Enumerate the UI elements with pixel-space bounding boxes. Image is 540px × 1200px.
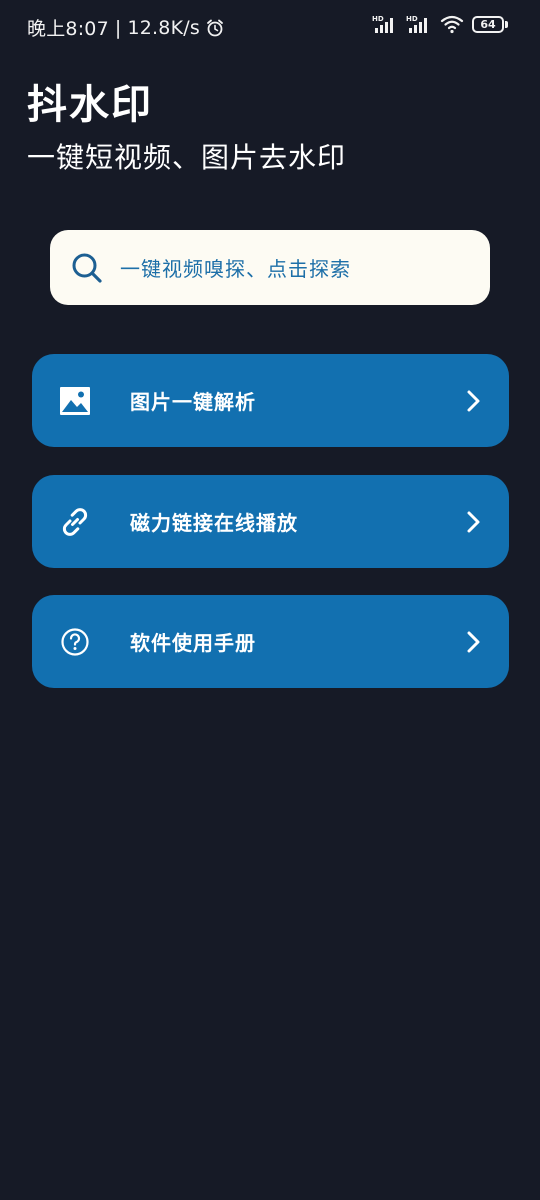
image-icon xyxy=(58,384,92,418)
status-bar: 晚上8:07 | 12.8K/s HD HD 64 xyxy=(0,0,540,52)
app-subtitle: 一键短视频、图片去水印 xyxy=(27,141,347,174)
svg-text:HD: HD xyxy=(406,15,418,23)
chevron-right-icon xyxy=(465,389,483,413)
status-right: HD HD 64 xyxy=(372,14,508,34)
search-placeholder: 一键视频嗅探、点击探索 xyxy=(120,257,351,281)
search-box[interactable]: 一键视频嗅探、点击探索 xyxy=(50,230,490,305)
app-title: 抖水印 xyxy=(27,82,153,128)
hd-signal-icon: HD xyxy=(372,14,398,34)
link-icon xyxy=(58,505,92,539)
menu-item-user-manual[interactable]: 软件使用手册 xyxy=(32,595,509,688)
battery-level: 64 xyxy=(472,15,504,33)
menu-item-label: 软件使用手册 xyxy=(130,631,256,655)
help-icon xyxy=(58,625,92,659)
menu-item-label: 磁力链接在线播放 xyxy=(130,511,298,535)
status-left: 晚上8:07 | 12.8K/s xyxy=(27,14,225,41)
app-screen: 晚上8:07 | 12.8K/s HD HD 64 抖水印 一键短视频、图片去水… xyxy=(0,0,540,1200)
chevron-right-icon xyxy=(465,510,483,534)
menu-item-image-parse[interactable]: 图片一键解析 xyxy=(32,354,509,447)
menu-item-magnet-play[interactable]: 磁力链接在线播放 xyxy=(32,475,509,568)
chevron-right-icon xyxy=(465,630,483,654)
search-icon xyxy=(70,251,104,285)
network-speed: 12.8K/s xyxy=(127,16,200,39)
hd-signal-icon: HD xyxy=(406,14,432,34)
svg-text:HD: HD xyxy=(372,15,384,23)
menu-item-label: 图片一键解析 xyxy=(130,390,256,414)
battery-cap xyxy=(505,20,508,28)
wifi-icon xyxy=(440,14,464,34)
status-time: 晚上8:07 xyxy=(27,18,109,40)
status-separator: | xyxy=(114,16,122,39)
alarm-icon xyxy=(205,18,225,38)
battery-icon: 64 xyxy=(472,15,508,33)
